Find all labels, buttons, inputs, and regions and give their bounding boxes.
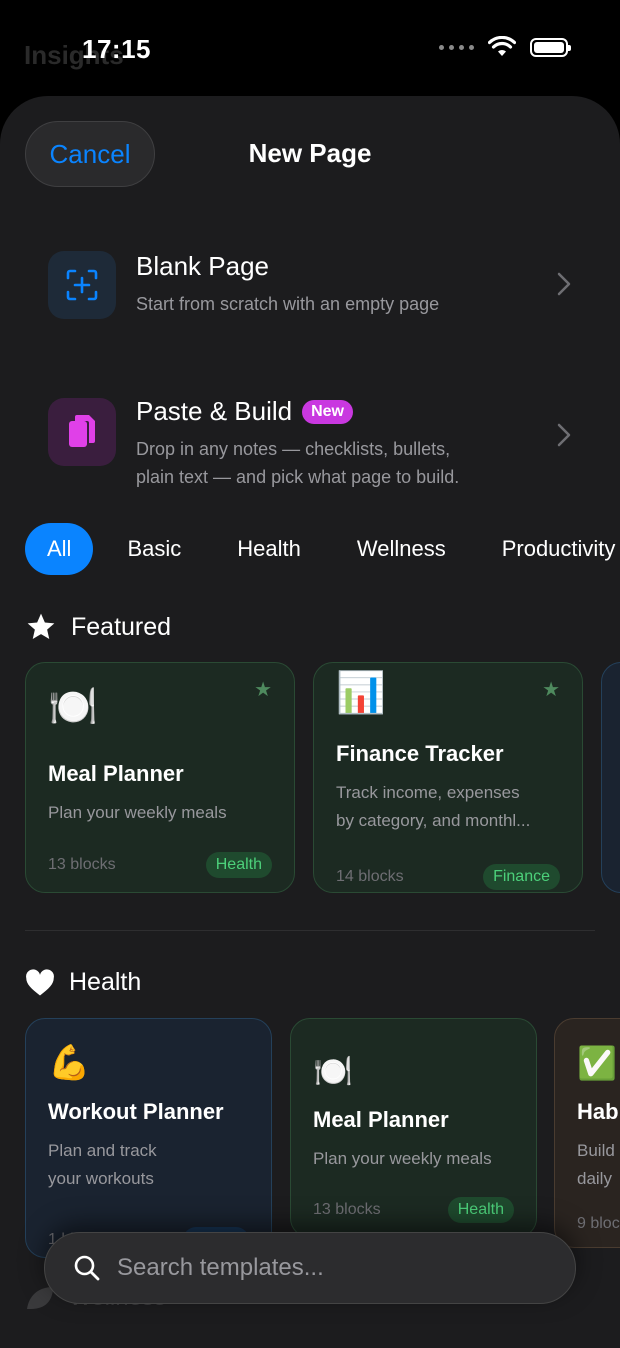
template-card-finance-tracker[interactable]: 📊 ★ Finance Tracker Track income, expens… [313,662,583,893]
section-divider [25,930,595,931]
paste-build-subtitle-line1: Drop in any notes — checklists, bullets, [136,439,451,459]
card-description-line2: by category, and monthl... [336,811,531,830]
filter-chip-wellness[interactable]: Wellness [357,523,446,575]
flexed-bicep-icon: 💪 [48,1044,91,1082]
search-bar[interactable]: Search templates... [44,1232,576,1304]
paste-document-icon [48,398,116,466]
status-icons [439,36,571,58]
health-heading: Health [69,968,142,996]
card-description: Plan your weekly meals [48,803,227,822]
card-block-count: 14 blocks [336,868,404,885]
status-bar: Insights 17:15 [0,0,620,96]
chevron-right-icon [557,272,571,296]
filter-chip-basic[interactable]: Basic [127,523,181,575]
paste-build-subtitle-line2: plain text — and pick what page to build… [136,467,460,487]
template-card-next[interactable] [601,662,620,893]
card-title: Finance Tracker [336,741,504,766]
heart-icon [26,968,54,995]
paste-build-title: Paste & Build [136,396,293,426]
template-card-habit-tracker[interactable]: ✅ Hab Build daily 9 bloc [554,1018,620,1248]
sheet-title: New Page [248,138,372,168]
blank-page-subtitle: Start from scratch with an empty page [136,294,440,314]
card-block-count: 9 bloc [577,1215,620,1232]
card-title: Workout Planner [48,1099,224,1124]
featured-heading: Featured [71,612,172,641]
paste-build-option[interactable]: Paste & Build New Drop in any notes — ch… [48,396,572,491]
featured-section-header: Featured [25,611,171,643]
card-title: Hab [577,1099,619,1124]
new-page-sheet: Cancel New Page Blank Page Start from sc… [0,96,620,1348]
card-block-count: 13 blocks [313,1201,381,1218]
card-description: Plan your weekly meals [313,1149,492,1168]
search-input[interactable]: Search templates... [117,1254,324,1282]
battery-icon [530,37,571,57]
card-title: Meal Planner [48,761,184,786]
cellular-signal-icon [439,44,474,50]
chevron-right-icon [557,423,571,447]
filter-chip-health[interactable]: Health [237,523,301,575]
checkmark-icon: ✅ [577,1045,617,1081]
card-description-line1: Track income, expenses [336,783,520,802]
plate-icon: 🍽️ [313,1053,353,1089]
card-category-tag: Health [447,1197,514,1223]
health-section-header: Health [25,968,141,997]
card-title: Meal Planner [313,1107,449,1132]
blank-page-option[interactable]: Blank Page Start from scratch with an em… [48,251,572,319]
plus-square-icon [48,251,116,319]
template-card-workout-planner[interactable]: 💪 Workout Planner Plan and track your wo… [25,1018,272,1258]
card-description-line1: Plan and track [48,1141,157,1160]
plate-icon: 🍽️ [48,685,98,729]
featured-star-icon: ★ [254,679,272,701]
wifi-icon [488,36,516,56]
filter-chip-all[interactable]: All [25,523,94,575]
status-time: 17:15 [82,34,151,64]
star-icon [27,613,55,639]
new-badge: New [302,399,353,424]
template-card-meal-planner[interactable]: 🍽️ ★ Meal Planner Plan your weekly meals… [25,662,295,893]
template-card-meal-planner-health[interactable]: 🍽️ Meal Planner Plan your weekly meals 1… [290,1018,537,1238]
search-icon [74,1255,100,1281]
featured-star-icon: ★ [542,679,560,701]
card-description-line2: your workouts [48,1169,154,1188]
category-filter-bar: All Basic Health Wellness Productivity [25,523,620,575]
card-description-line1: Build [577,1141,615,1160]
filter-chip-productivity[interactable]: Productivity [502,523,616,575]
card-block-count: 13 blocks [48,856,116,873]
card-category-tag: Health [205,852,272,878]
blank-page-title: Blank Page [136,251,269,281]
card-category-tag: Finance [483,864,560,890]
chart-icon: 📊 [336,671,386,715]
card-description-line2: daily [577,1169,612,1188]
